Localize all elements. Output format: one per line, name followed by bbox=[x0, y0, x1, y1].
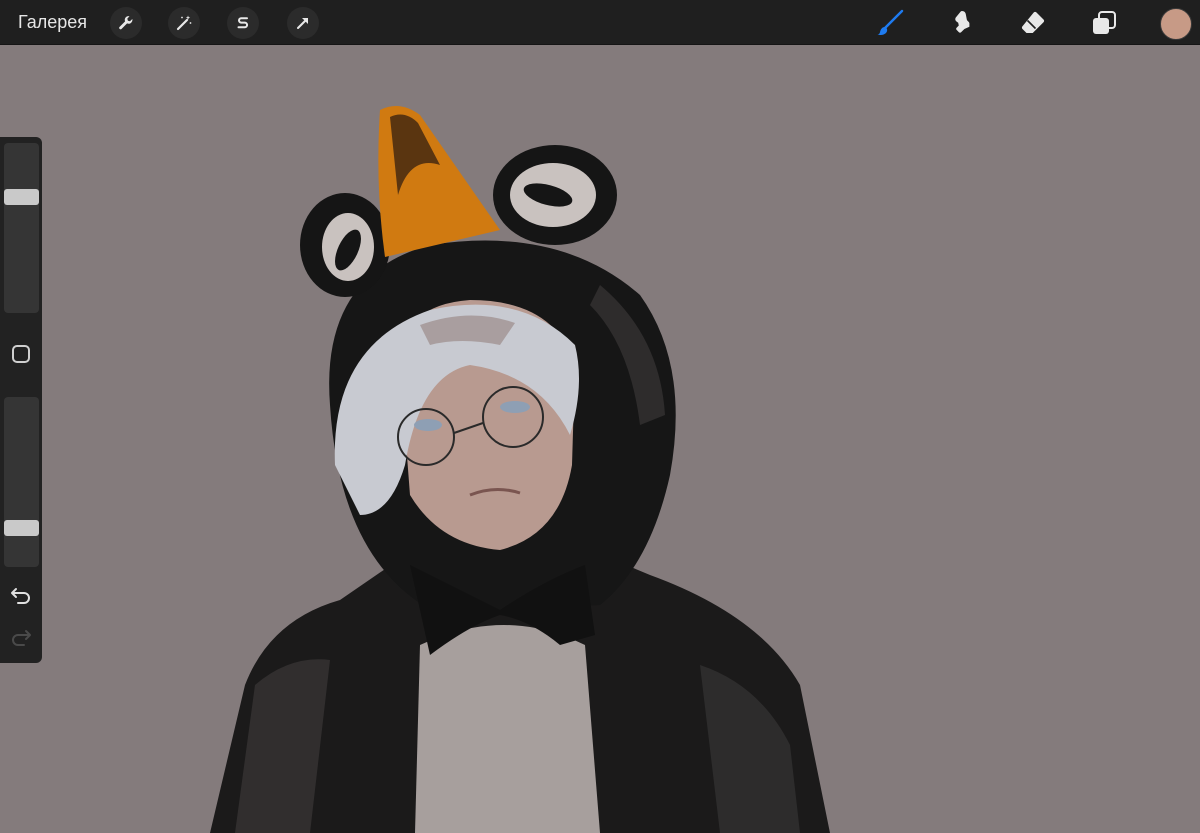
transform-arrow-icon bbox=[297, 18, 308, 29]
smudge-icon bbox=[955, 11, 970, 33]
brush-tool-button[interactable] bbox=[872, 6, 908, 40]
color-picker-button[interactable] bbox=[1160, 8, 1192, 40]
selection-s-icon bbox=[237, 17, 249, 29]
wrench-icon bbox=[119, 16, 133, 30]
eraser-tool-button[interactable] bbox=[1015, 6, 1051, 40]
brush-icon bbox=[877, 9, 904, 36]
left-eye bbox=[414, 419, 442, 431]
transform-button[interactable] bbox=[287, 7, 319, 39]
gallery-button[interactable]: Галерея bbox=[18, 11, 87, 33]
layers-button[interactable] bbox=[1086, 6, 1122, 40]
layers-icon bbox=[1093, 11, 1116, 34]
smudge-tool-button[interactable] bbox=[944, 6, 980, 40]
adjustments-button[interactable] bbox=[168, 7, 200, 39]
shirt bbox=[415, 625, 600, 833]
actions-button[interactable] bbox=[110, 7, 142, 39]
eraser-icon bbox=[1021, 11, 1045, 33]
magic-wand-icon bbox=[176, 15, 192, 31]
top-toolbar: Галерея bbox=[0, 0, 1200, 45]
drawing-canvas[interactable] bbox=[0, 45, 1200, 833]
right-eye bbox=[500, 401, 530, 413]
selection-button[interactable] bbox=[227, 7, 259, 39]
